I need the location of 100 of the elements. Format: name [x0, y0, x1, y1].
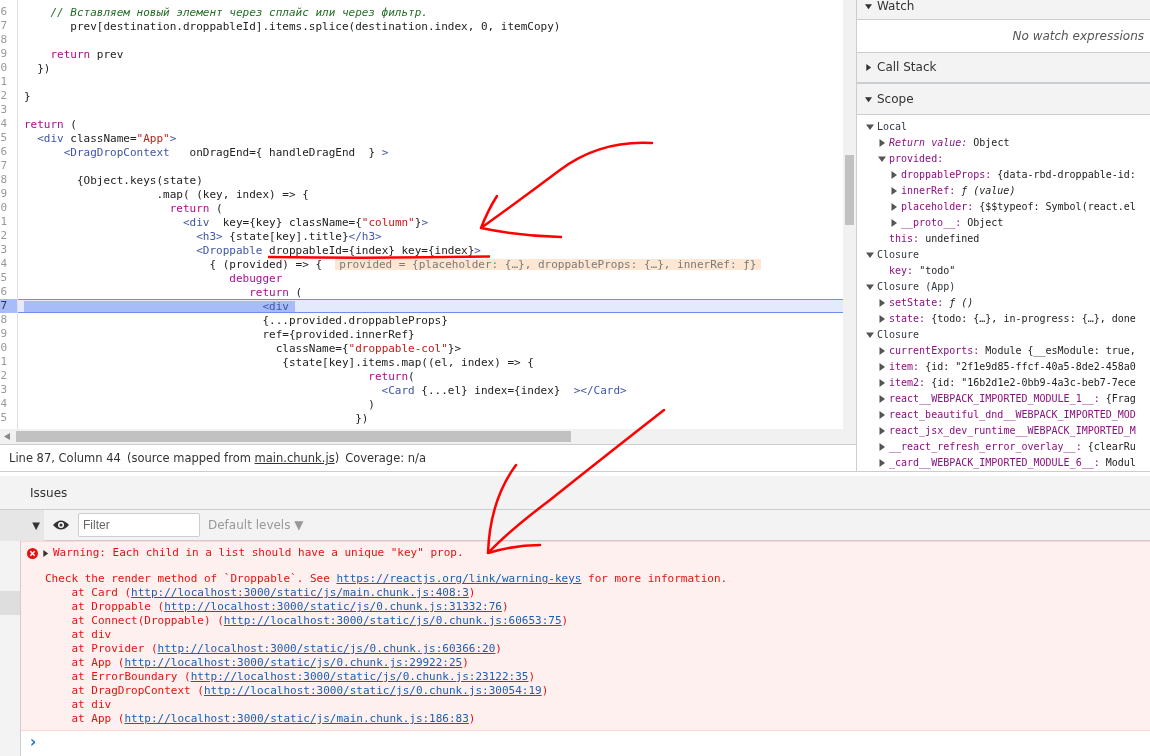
scope-entry[interactable]: placeholder: {$$typeof: Symbol(react.el	[901, 199, 1136, 215]
collapsed-triangle-icon[interactable]	[865, 63, 872, 71]
scope-entry[interactable]: __react_refresh_error_overlay__: {clearRu	[889, 439, 1136, 455]
collapsed-triangle-icon[interactable]	[877, 139, 886, 147]
collapsed-triangle-icon[interactable]	[42, 549, 49, 557]
line-number: 8	[0, 173, 8, 187]
scope-group-title[interactable]: Local	[877, 119, 908, 135]
collapsed-triangle-icon[interactable]	[889, 171, 898, 179]
source-link[interactable]: http://localhost:3000/static/js/0.chunk.js:60366:20	[157, 642, 496, 655]
expanded-triangle-icon[interactable]	[865, 95, 872, 103]
code-token: >	[421, 216, 428, 228]
line-number: 0	[0, 61, 8, 75]
line-number: 9	[0, 187, 8, 201]
source-link[interactable]: http://localhost:3000/static/js/main.chunk.js:408:3	[131, 586, 469, 599]
expanded-triangle-icon[interactable]	[865, 123, 874, 131]
expanded-triangle-icon[interactable]	[865, 251, 874, 259]
source-link[interactable]: main.chunk.js	[254, 451, 335, 466]
section-title: Watch	[877, 0, 915, 14]
context-dropdown[interactable]: ▼	[0, 509, 44, 541]
expanded-triangle-icon[interactable]	[877, 155, 886, 163]
line-number: 5	[0, 271, 8, 285]
scrollbar-thumb[interactable]	[16, 431, 571, 443]
scrollbar-thumb[interactable]	[845, 155, 854, 225]
scope-entry[interactable]: provided:	[889, 151, 944, 167]
code-token: )	[367, 398, 375, 410]
stack-frame: at Droppable (http://localhost:3000/static/js/0.chunk.js:31332:76)	[45, 600, 1150, 614]
scope-group-title[interactable]: Closure (App)	[877, 279, 956, 295]
collapsed-triangle-icon[interactable]	[877, 347, 886, 355]
line-number: 7	[0, 159, 8, 173]
collapsed-triangle-icon[interactable]	[877, 315, 886, 323]
collapsed-triangle-icon[interactable]	[877, 395, 886, 403]
source-link[interactable]: http://localhost:3000/static/js/0.chunk.js:31332:76	[164, 600, 502, 613]
coverage-text: Coverage: n/a	[345, 451, 426, 466]
collapsed-triangle-icon[interactable]	[877, 427, 886, 435]
scroll-left-icon[interactable]	[4, 433, 10, 441]
inline-value: provided = {placeholder: {…}, droppableProps: {…}, innerRef: ƒ}	[335, 258, 761, 270]
warning-detail: Check the render method of `Droppable`. See https://reactjs.org/link/warning-keys for more information.	[45, 572, 729, 586]
source-link[interactable]: http://localhost:3000/static/js/0.chunk.js:29922:25	[124, 656, 463, 669]
section-header[interactable]: Call Stack	[857, 51, 1150, 84]
scope-entry[interactable]: react_beautiful_dnd__WEBPACK_IMPORTED_MOD	[889, 407, 1136, 423]
scope-entry[interactable]: _card__WEBPACK_IMPORTED_MODULE_6__: Modul	[889, 455, 1136, 471]
cursor-position: Line 87, Column 44	[9, 451, 121, 466]
docs-link[interactable]: https://reactjs.org/link/warning-keys	[336, 572, 582, 585]
line-number: 8	[0, 313, 8, 327]
code-token: key={key} className={	[221, 216, 362, 228]
code-token: {...el} index={index}	[420, 384, 562, 396]
console-prompt[interactable]: ›	[30, 733, 37, 751]
scope-entry[interactable]: this: undefined	[889, 231, 980, 247]
scope-group-title[interactable]: Closure	[877, 247, 920, 263]
collapsed-triangle-icon[interactable]	[889, 203, 898, 211]
collapsed-triangle-icon[interactable]	[877, 299, 886, 307]
scope-entry[interactable]: key: "todo"	[889, 263, 956, 279]
line-number: 1	[0, 75, 8, 89]
collapsed-triangle-icon[interactable]	[889, 187, 898, 195]
console-tab[interactable]: Issues	[30, 485, 68, 500]
line-number: 0	[0, 201, 8, 215]
scope-entry[interactable]: item: {id: "2f1e9d85-ffcf-40a5-8de2-458a0	[889, 359, 1136, 375]
source-link[interactable]: http://localhost:3000/static/js/0.chunk.js:30054:19	[203, 684, 542, 697]
section-header[interactable]: Watch	[857, 0, 1150, 20]
line-number: 8	[0, 33, 8, 47]
collapsed-triangle-icon[interactable]	[877, 443, 886, 451]
source-link[interactable]: http://localhost:3000/static/js/0.chunk.js:23122:35	[190, 670, 529, 683]
scope-entry[interactable]: state: {todo: {…}, in-progress: {…}, done	[889, 311, 1136, 327]
scope-entry[interactable]: react_jsx_dev_runtime__WEBPACK_IMPORTED_M	[889, 423, 1136, 439]
code-token: ref={provided.innerRef}	[261, 328, 415, 340]
filter-field[interactable]: Filter	[78, 513, 200, 537]
expanded-triangle-icon[interactable]	[865, 331, 874, 339]
scope-entry[interactable]: innerRef: ƒ (value)	[901, 183, 1016, 199]
source-link[interactable]: http://localhost:3000/static/js/main.chunk.js:186:83	[124, 712, 469, 725]
code-token: {state[key].items.map((el, index) => {	[281, 356, 534, 368]
expanded-triangle-icon[interactable]	[865, 283, 874, 291]
section-header[interactable]: Scope	[857, 83, 1150, 115]
scope-entry[interactable]: droppableProps: {data-rbd-droppable-id:	[901, 167, 1136, 183]
empty-watch-text: No watch expressions	[1011, 27, 1145, 45]
code-token: className=	[69, 132, 137, 144]
collapsed-triangle-icon[interactable]	[877, 379, 886, 387]
collapsed-triangle-icon[interactable]	[877, 363, 886, 371]
code-token: <div	[181, 216, 210, 228]
scope-entry[interactable]: react__WEBPACK_IMPORTED_MODULE_1__: {Frag	[889, 391, 1136, 407]
line-number: 4	[0, 257, 8, 271]
collapsed-triangle-icon[interactable]	[877, 459, 886, 467]
collapsed-triangle-icon[interactable]	[877, 411, 886, 419]
scope-entry[interactable]: Return value: Object	[889, 135, 1010, 151]
expanded-triangle-icon[interactable]	[865, 2, 872, 10]
scope-entry[interactable]: setState: ƒ ()	[889, 295, 974, 311]
code-token: (	[69, 118, 77, 130]
collapsed-triangle-icon[interactable]	[889, 219, 898, 227]
code-token: .map( (key, index) => {	[155, 188, 309, 200]
scope-entry[interactable]: __proto__: Object	[901, 215, 1004, 231]
code-token: })	[36, 62, 51, 74]
eye-icon[interactable]	[52, 519, 70, 531]
source-link[interactable]: http://localhost:3000/static/js/0.chunk.js:60653:75	[223, 614, 562, 627]
scope-group-title[interactable]: Closure	[877, 327, 920, 343]
scope-entry[interactable]: item2: {id: "16b2d1e2-0bb9-4a3c-beb7-7ece	[889, 375, 1136, 391]
code-token: {...provided.droppableProps}	[261, 314, 448, 326]
scope-entry[interactable]: currentExports: Module {__esModule: true,	[889, 343, 1136, 359]
code-token: (	[294, 286, 303, 298]
line-number: 2	[0, 369, 8, 383]
code-token: >	[169, 132, 177, 144]
code-token: // Вставляем новый элемент через сплайс или через фильтр.	[49, 6, 428, 18]
